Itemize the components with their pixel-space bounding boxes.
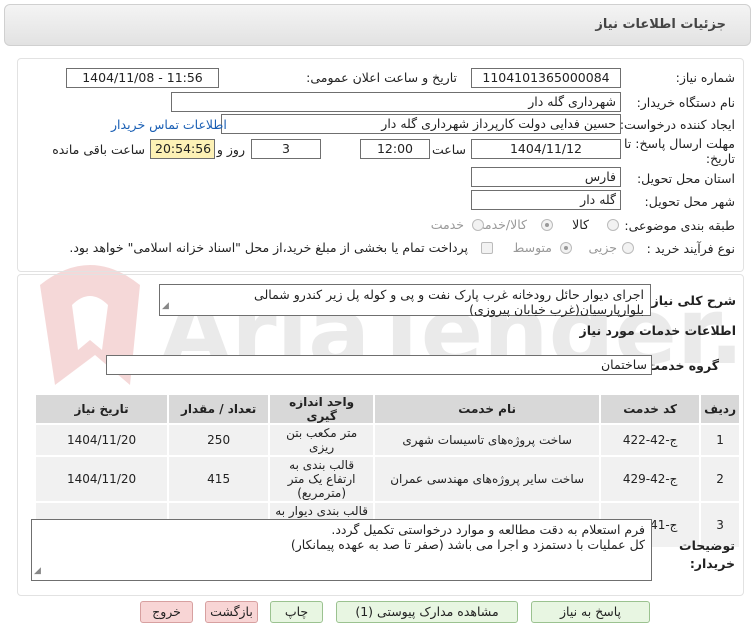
process-minor-radio[interactable] xyxy=(622,242,634,254)
announce-field: 1404/11/08 - 11:56 xyxy=(66,68,219,88)
treasury-checkbox[interactable] xyxy=(481,242,493,254)
creator-field: حسین فدایی دولت کارپرداز شهرداری گله دار xyxy=(221,114,621,134)
creator-label: ایجاد کننده درخواست: xyxy=(619,117,735,132)
description-textarea: اجرای دیوار حائل رودخانه غرب پارک نفت و … xyxy=(159,284,651,317)
print-button[interactable]: چاپ xyxy=(270,601,323,623)
province-field: فارس xyxy=(471,167,621,187)
need-number-label: شماره نیاز: xyxy=(675,70,735,85)
service-group-field: ساختمان xyxy=(106,355,652,375)
cell-row: 2 xyxy=(699,455,741,503)
table-row: 2 ج-42-429 ساخت سایر پروژه‌های مهندسی عم… xyxy=(33,455,741,503)
city-label: شهر محل تحویل: xyxy=(644,194,735,209)
resize-handle-icon[interactable]: ◢ xyxy=(34,564,41,579)
services-section-title: اطلاعات خدمات مورد نیاز xyxy=(579,323,737,338)
city-field: گله دار xyxy=(471,190,621,210)
cell-unit: متر مکعب بتن ریزی xyxy=(268,423,376,457)
deadline-date-label: تاریخ: xyxy=(705,151,735,166)
category-label: طبقه بندی موضوعی: xyxy=(624,218,735,233)
deadline-time-field: 12:00 xyxy=(360,139,430,159)
category-goods-radio[interactable] xyxy=(607,219,619,231)
cell-name: ساخت پروژه‌های تاسیسات شهری xyxy=(373,423,602,457)
notes-textarea: فرم استعلام به دقت مطالعه و موارد درخواس… xyxy=(31,519,652,581)
cell-code: ج-42-422 xyxy=(599,423,702,457)
deadline-label: مهلت ارسال پاسخ: تا xyxy=(624,136,735,151)
notes-line-1: فرم استعلام به دقت مطالعه و موارد درخواس… xyxy=(331,522,645,537)
cell-qty: 415 xyxy=(167,455,271,503)
page-header: جزئیات اطلاعات نیاز xyxy=(4,4,751,46)
cell-unit: قالب بندی به ارتفاع یک متر (مترمربع) xyxy=(268,455,376,503)
category-goods-service-radio[interactable] xyxy=(541,219,553,231)
cell-qty: 250 xyxy=(167,423,271,457)
cell-date: 1404/11/20 xyxy=(33,455,170,503)
cell-name: ساخت سایر پروژه‌های مهندسی عمران xyxy=(373,455,602,503)
days-label: روز و xyxy=(216,142,245,157)
deadline-time-label: ساعت xyxy=(431,142,466,157)
col-unit: واحد اندازه گیری xyxy=(268,393,376,425)
table-header-row: ردیف کد خدمت نام خدمت واحد اندازه گیری ت… xyxy=(33,393,741,425)
remaining-label: ساعت باقی مانده xyxy=(52,142,145,157)
reply-button[interactable]: پاسخ به نیاز xyxy=(531,601,650,623)
exit-button[interactable]: خروج xyxy=(140,601,193,623)
buyer-field: شهرداری گله دار xyxy=(171,92,621,112)
notes-label-2: خریدار: xyxy=(689,556,735,571)
process-medium-label: متوسط xyxy=(512,240,552,255)
description-text: اجرای دیوار حائل رودخانه غرب پارک نفت و … xyxy=(254,287,644,317)
col-qty: تعداد / مقدار xyxy=(167,393,271,425)
resize-handle-icon[interactable]: ◢ xyxy=(162,299,169,314)
days-field: 3 xyxy=(251,139,321,159)
attachments-button[interactable]: مشاهده مدارک پیوستی (1) xyxy=(336,601,518,623)
remaining-time-field: 20:54:56 xyxy=(150,139,215,159)
notes-label-1: توضیحات xyxy=(679,538,735,553)
announce-label: تاریخ و ساعت اعلان عمومی: xyxy=(306,70,457,85)
col-code: کد خدمت xyxy=(599,393,702,425)
table-row: 1 ج-42-422 ساخت پروژه‌های تاسیسات شهری م… xyxy=(33,423,741,457)
service-group-label: گروه خدمت: xyxy=(642,358,719,373)
description-label: شرح کلی نیاز: xyxy=(646,293,736,308)
buyer-contact-link[interactable]: اطلاعات تماس خریدار xyxy=(111,117,227,132)
process-minor-label: جزیی xyxy=(588,240,617,255)
cell-row: 1 xyxy=(699,423,741,457)
col-date: تاریخ نیاز xyxy=(33,393,170,425)
process-label: نوع فرآیند خرید : xyxy=(646,241,735,256)
deadline-date-field: 1404/11/12 xyxy=(471,139,621,159)
col-name: نام خدمت xyxy=(373,393,602,425)
treasury-note: پرداخت تمام یا بخشی از مبلغ خرید،از محل … xyxy=(69,240,468,255)
col-row: ردیف xyxy=(699,393,741,425)
category-goods-label: کالا xyxy=(572,217,589,232)
cell-code: ج-42-429 xyxy=(599,455,702,503)
province-label: استان محل تحویل: xyxy=(636,171,735,186)
need-number-field: 1104101365000084 xyxy=(471,68,621,88)
process-medium-radio[interactable] xyxy=(560,242,572,254)
category-service-label: خدمت xyxy=(430,217,464,232)
category-service-radio[interactable] xyxy=(472,219,484,231)
page-title: جزئیات اطلاعات نیاز xyxy=(595,17,726,32)
notes-line-2: کل عملیات با دستمزد و اجرا می باشد (صفر … xyxy=(290,537,645,552)
buyer-label: نام دستگاه خریدار: xyxy=(636,95,735,110)
back-button[interactable]: بازگشت xyxy=(205,601,258,623)
cell-date: 1404/11/20 xyxy=(33,423,170,457)
